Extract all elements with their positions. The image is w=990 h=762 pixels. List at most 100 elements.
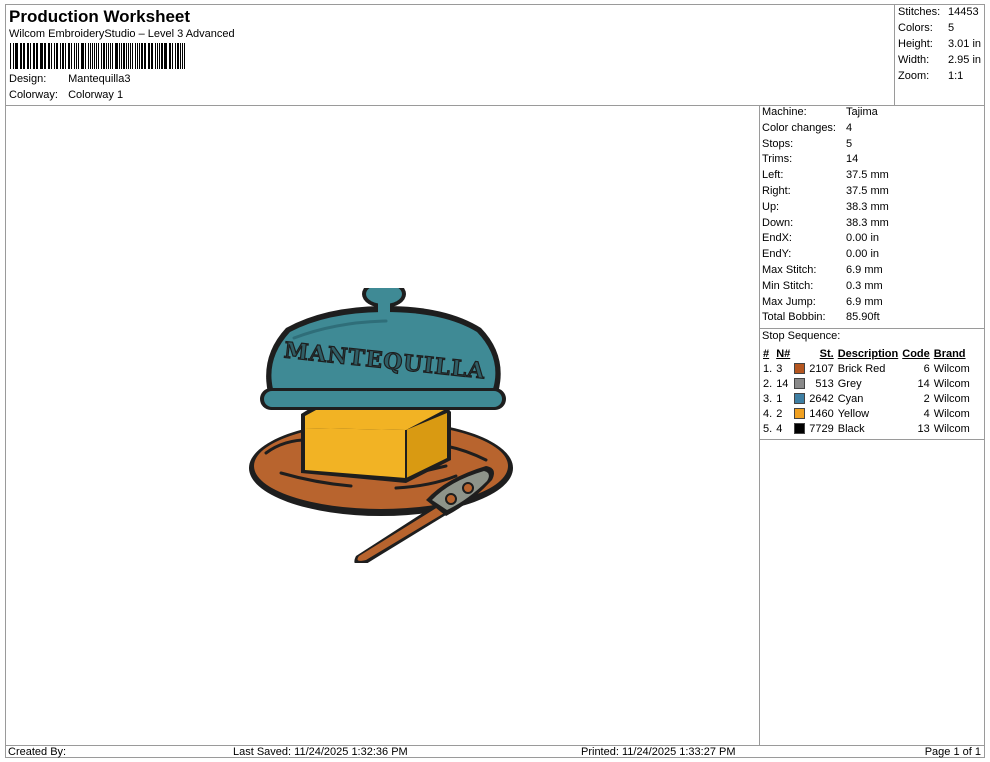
barcode-bar (132, 43, 133, 69)
barcode-bar (108, 43, 109, 69)
stop-sequence-table: # N# St. Description Code Brand 1. 3 2107 B… (761, 346, 972, 436)
thread-brand: Wilcom (933, 362, 970, 375)
barcode-bar (134, 43, 136, 69)
barcode-bar (147, 43, 150, 69)
barcode-bar (111, 43, 113, 69)
col-code: Code (902, 347, 930, 360)
barcode-bar (77, 43, 79, 69)
summary-stitches: Stitches: 14453 (898, 6, 979, 18)
barcode-bar (74, 43, 76, 69)
worksheet: Production Worksheet Wilcom EmbroiderySt… (5, 4, 985, 758)
machine-info-panel: Machine: Tajima Color changes: 4 Stops: 5 Trim… (759, 105, 984, 745)
machine-info-value: 4 (846, 121, 853, 134)
machine-info-value: 37.5 mm (846, 185, 889, 197)
design-name-row: Design: Mantequilla3 (9, 73, 130, 85)
thread-code: 6 (923, 362, 930, 375)
color-swatch (794, 393, 806, 405)
barcode-bar (105, 43, 107, 69)
barcode-bar (175, 43, 176, 69)
stop-sequence-row: 4. 2 1460 Yellow 4 Wilcom (761, 406, 972, 421)
barcode-bar (155, 43, 157, 69)
barcode-bar (39, 43, 41, 69)
barcode-bar (163, 43, 165, 69)
barcode-bar (152, 43, 153, 69)
thread-code: 2 (923, 392, 930, 405)
barcode-bar (47, 43, 49, 69)
thread-brand: Wilcom (933, 392, 970, 405)
printed-date: Printed: 11/24/2025 1:33:27 PM (581, 746, 736, 758)
barcode-bar (71, 43, 73, 69)
barcode-bar (41, 43, 43, 69)
barcode-bar (49, 43, 50, 69)
design-summary: Stitches: 14453 Colors: 5 Height: 3.01 in W… (894, 5, 985, 106)
machine-info-row: Down: 38.3 mm (762, 217, 982, 232)
machine-info-label: Min Stitch: (762, 279, 814, 292)
barcode-bar (158, 43, 160, 69)
design-preview-canvas: MANTEQUILLA (6, 105, 760, 745)
barcode-bar (64, 43, 66, 69)
machine-info-label: Up: (762, 200, 780, 213)
barcode-bar (136, 43, 138, 69)
panel-divider-top (759, 328, 984, 329)
thread-description: Black (837, 422, 865, 435)
color-swatch-cell (792, 391, 807, 406)
barcode-bar (54, 43, 55, 69)
col-stitches: St. (819, 347, 834, 360)
software-subtitle: Wilcom EmbroideryStudio – Level 3 Advanc… (9, 28, 235, 40)
barcode-bar (182, 43, 183, 69)
barcode-bar (43, 43, 46, 69)
machine-info-row: Left: 37.5 mm (762, 169, 982, 184)
barcode-bar (10, 43, 12, 69)
barcode-bar (141, 43, 143, 69)
needle-number: 2 (776, 407, 783, 420)
machine-info-label: Trims: (762, 153, 793, 166)
color-swatch (794, 423, 806, 435)
machine-info-row: Trims: 14 (762, 153, 982, 168)
colorway-label: Colorway: (9, 89, 58, 101)
barcode-bar (116, 43, 118, 69)
machine-info-value: 0.00 in (846, 248, 880, 261)
barcode-bar (157, 43, 158, 69)
worksheet-footer: Created By: Last Saved: 11/24/2025 1:32:… (6, 745, 984, 759)
thread-description: Brick Red (837, 362, 886, 375)
barcode-bar (50, 43, 52, 69)
barcode-image (10, 43, 186, 69)
barcode-bar (57, 43, 59, 69)
barcode-bar (183, 43, 186, 69)
design-value: Mantequilla3 (68, 73, 131, 85)
color-swatch (794, 378, 806, 390)
machine-info-label: Total Bobbin: (762, 311, 826, 324)
barcode-bar (82, 43, 85, 69)
barcode-bar (150, 43, 152, 69)
barcode-bar (125, 43, 127, 69)
barcode-bar (13, 43, 14, 69)
stop-number: 3. (763, 392, 773, 405)
stop-number: 2. (763, 377, 773, 390)
machine-info-label: EndY: (762, 248, 792, 261)
barcode-bar (118, 43, 120, 69)
thread-code: 13 (917, 422, 930, 435)
barcode-bar (67, 43, 69, 69)
barcode-bar (19, 43, 21, 69)
barcode-bar (179, 43, 181, 69)
barcode-bar (98, 43, 99, 69)
worksheet-header: Production Worksheet Wilcom EmbroiderySt… (6, 5, 894, 106)
machine-info-label: Color changes: (762, 121, 836, 134)
barcode-bar (33, 43, 35, 69)
barcode-bar (165, 43, 167, 69)
butter-dish-design: MANTEQUILLA (249, 288, 513, 563)
barcode-bar (161, 43, 163, 69)
barcode-bar (16, 43, 18, 69)
barcode-bar (109, 43, 111, 69)
machine-info-label: Left: (762, 169, 784, 182)
stop-number: 1. (763, 362, 773, 375)
machine-info-value: 0.00 in (846, 232, 880, 245)
barcode-bar (60, 43, 62, 69)
stop-sequence-header-row: # N# St. Description Code Brand (761, 346, 972, 361)
thread-brand: Wilcom (933, 407, 970, 420)
stitch-count: 7729 (809, 422, 834, 435)
butter-front (305, 428, 406, 478)
needle-number: 1 (776, 392, 783, 405)
thread-description: Cyan (837, 392, 864, 405)
barcode-bar (30, 43, 32, 69)
